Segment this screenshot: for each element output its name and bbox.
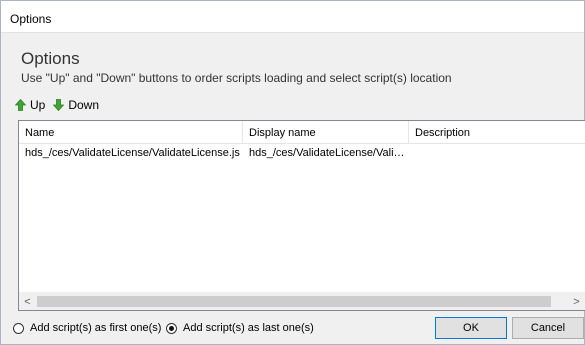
add-last-radio[interactable]: Add script(s) as last one(s) xyxy=(166,322,314,334)
row-display-name: hds_/ces/ValidateLicense/Valida... xyxy=(249,147,409,159)
radio-off-icon xyxy=(13,322,24,334)
column-header-description[interactable]: Description xyxy=(409,121,585,143)
table-row[interactable]: hds_/ces/ValidateLicense/ValidateLicense… xyxy=(19,144,585,162)
page-title: Options xyxy=(21,49,80,68)
dialog-content: Options Use "Up" and "Down" buttons to o… xyxy=(1,33,585,344)
add-first-label: Add script(s) as first one(s) xyxy=(30,322,162,334)
down-button[interactable]: Down xyxy=(53,98,99,112)
scrollbar-thumb[interactable] xyxy=(37,296,551,307)
toolbar: Up Down xyxy=(15,96,107,114)
down-arrow-icon xyxy=(53,99,65,111)
down-button-label: Down xyxy=(68,98,100,112)
scripts-list[interactable]: Name Display name Description hds_/ces/V… xyxy=(18,120,585,311)
scroll-right-icon[interactable]: > xyxy=(568,293,585,310)
add-first-radio[interactable]: Add script(s) as first one(s) xyxy=(13,322,161,334)
window-title: Options xyxy=(10,12,52,26)
up-arrow-icon xyxy=(15,99,26,111)
options-window: Options Options Use "Up" and "Down" butt… xyxy=(0,0,585,345)
up-button-label: Up xyxy=(30,98,46,112)
add-last-label: Add script(s) as last one(s) xyxy=(183,322,314,334)
cancel-button[interactable]: Cancel xyxy=(512,317,584,339)
row-description xyxy=(409,144,585,162)
radio-on-icon xyxy=(166,322,177,334)
page-description: Use "Up" and "Down" buttons to order scr… xyxy=(21,71,452,85)
horizontal-scrollbar[interactable]: < > xyxy=(19,292,585,310)
scroll-left-icon[interactable]: < xyxy=(19,293,36,310)
bottom-bar: Add script(s) as first one(s) Add script… xyxy=(13,317,584,341)
list-header: Name Display name Description xyxy=(19,121,585,144)
row-name: hds_/ces/ValidateLicense/ValidateLicense… xyxy=(25,147,240,159)
up-button[interactable]: Up xyxy=(15,98,45,112)
title-bar[interactable]: Options xyxy=(1,1,584,33)
column-header-display-name[interactable]: Display name xyxy=(243,121,409,143)
ok-button[interactable]: OK xyxy=(435,317,507,339)
column-header-name[interactable]: Name xyxy=(19,121,243,143)
